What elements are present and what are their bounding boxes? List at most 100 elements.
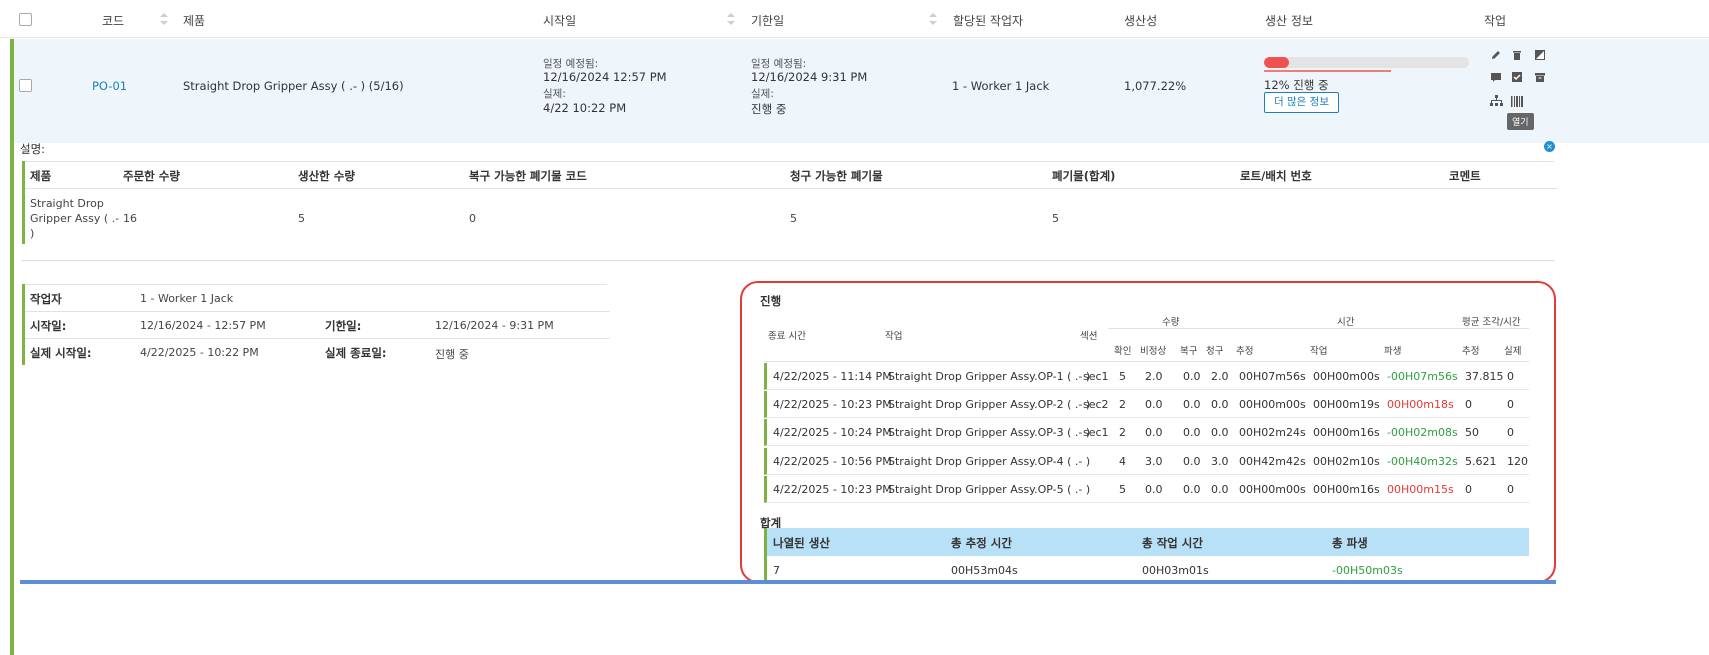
progress-cell-confirm: 5 — [1119, 370, 1126, 383]
column-production-info: 생산 정보 — [1265, 14, 1313, 28]
due-planned-label: 일정 예정됨: — [751, 58, 807, 70]
progress-cell-end-time: 4/22/2025 - 10:24 PM — [773, 426, 892, 440]
divider — [25, 338, 610, 339]
total-deviation: -00H50m03s — [1332, 564, 1403, 577]
progress-cell-deviation: 00H00m15s — [1387, 482, 1454, 496]
progress-cell-confirm: 5 — [1119, 482, 1126, 496]
col-recovery: 복구 — [1180, 346, 1198, 357]
progress-cell-confirm: 2 — [1119, 426, 1126, 440]
col-claim: 청구 — [1206, 346, 1224, 357]
progress-cell-avg-est: 50 — [1465, 426, 1479, 440]
progress-cell-operation: Straight Drop Gripper Assy.OP-4 ( .- ) — [888, 454, 1091, 468]
progress-cell-abnormal: 3.0 — [1145, 454, 1163, 468]
progress-cell-end-time: 4/22/2025 - 10:23 PM — [773, 482, 892, 496]
progress-cell-end-time: 4/22/2025 - 10:23 PM — [773, 398, 892, 412]
col-end-time: 종료 시간 — [768, 331, 806, 342]
progress-cell-work: 00H00m16s — [1313, 482, 1380, 496]
start-actual: 4/22 10:22 PM — [543, 101, 627, 115]
total-work-time: 00H03m01s — [1142, 564, 1209, 577]
progress-cell-avg-act: 0 — [1507, 426, 1514, 440]
worker-info-table: 작업자 1 - Worker 1 Jack 시작일: 12/16/2024 - … — [22, 284, 610, 365]
column-product[interactable]: 제품 — [183, 12, 205, 29]
progress-cell-estimate: 00H02m24s — [1239, 426, 1306, 440]
progress-cell-avg-act: 0 — [1507, 398, 1514, 412]
col-section: 섹션 — [1080, 331, 1098, 342]
progress-cell-deviation: -00H02m08s — [1387, 426, 1458, 440]
progress-cell-avg-est: 0 — [1465, 398, 1472, 412]
progress-cell-work: 00H02m10s — [1313, 454, 1380, 468]
column-start-date[interactable]: 시작일 — [543, 12, 576, 29]
trash-icon[interactable] — [1509, 47, 1525, 63]
open-tooltip: 열기 — [1507, 113, 1534, 130]
select-all-checkbox[interactable] — [19, 13, 32, 26]
sort-start-icon[interactable] — [727, 13, 735, 25]
column-productivity[interactable]: 생산성 — [1124, 12, 1157, 29]
total-header-listed: 나열된 생산 — [773, 536, 830, 550]
progress-cell-operation: Straight Drop Gripper Assy.OP-3 ( .- ) — [888, 426, 1091, 440]
progress-row: 4/22/2025 - 10:23 PM Straight Drop Grippe… — [764, 475, 1529, 503]
actual-end-value: 진행 중 — [435, 348, 469, 361]
progress-cell-estimate: 00H07m56s — [1239, 370, 1306, 383]
total-listed: 7 — [773, 564, 780, 577]
progress-cell-end-time: 4/22/2025 - 10:56 PM — [773, 454, 892, 468]
start-actual-label: 실제: — [543, 88, 566, 100]
desc-produced: 5 — [298, 212, 305, 225]
col-operation: 작업 — [885, 331, 903, 342]
progress-cell-avg-act: 0 — [1507, 482, 1514, 496]
hierarchy-icon[interactable] — [1488, 93, 1504, 109]
sort-code-icon[interactable] — [160, 13, 168, 25]
sort-due-icon[interactable] — [929, 13, 937, 25]
order-code-link[interactable]: PO-01 — [92, 79, 127, 93]
desc-header-produced: 생산한 수량 — [298, 169, 355, 183]
check-icon[interactable] — [1509, 69, 1525, 85]
desc-total-waste: 5 — [1052, 212, 1059, 225]
row-checkbox[interactable] — [19, 79, 32, 92]
progress-cell-deviation: -00H07m56s — [1387, 370, 1458, 383]
chart-icon[interactable] — [1532, 47, 1548, 63]
due-value: 12/16/2024 - 9:31 PM — [435, 319, 554, 332]
col-work: 작업 — [1310, 346, 1328, 357]
pencil-icon[interactable] — [1488, 47, 1504, 63]
progress-cell-section: sec1 — [1083, 370, 1109, 383]
comment-icon[interactable] — [1488, 69, 1504, 85]
progress-bar-fill — [1264, 57, 1289, 68]
total-header-work-time: 총 작업 시간 — [1142, 536, 1203, 550]
desc-product-line2: Gripper Assy ( .- — [30, 212, 120, 225]
barcode-icon[interactable] — [1509, 93, 1525, 109]
col-confirm: 확인 — [1114, 346, 1132, 357]
progress-row: 4/22/2025 - 10:24 PM Straight Drop Grippe… — [764, 419, 1529, 447]
start-label: 시작일: — [30, 319, 67, 333]
progress-row: 4/22/2025 - 11:14 PM Straight Drop Grippe… — [764, 363, 1529, 390]
start-planned: 12/16/2024 12:57 PM — [543, 70, 667, 84]
archive-icon[interactable] — [1532, 69, 1548, 85]
divider — [25, 188, 1557, 189]
progress-row: 4/22/2025 - 10:23 PM Straight Drop Grippe… — [764, 391, 1529, 419]
column-code[interactable]: 코드 — [102, 12, 124, 29]
col-avg-actual: 실제 — [1504, 346, 1522, 357]
row-worker: 1 - Worker 1 Jack — [952, 79, 1050, 93]
progress-cell-avg-est: 0 — [1465, 482, 1472, 496]
close-icon[interactable]: × — [1544, 141, 1555, 152]
progress-cell-avg-act: 120 — [1507, 454, 1528, 468]
bottom-divider — [20, 580, 1556, 584]
progress-row: 4/22/2025 - 10:56 PM Straight Drop Grippe… — [764, 447, 1529, 475]
col-deviation: 파생 — [1384, 346, 1402, 357]
progress-cell-abnormal: 0.0 — [1145, 482, 1163, 496]
progress-cell-operation: Straight Drop Gripper Assy.OP-1 ( .- ) — [888, 370, 1091, 383]
due-actual-label: 실제: — [751, 88, 774, 100]
progress-cell-claim: 2.0 — [1211, 370, 1229, 383]
desc-header-comment: 코멘트 — [1449, 169, 1481, 183]
more-info-button[interactable]: 더 많은 정보 — [1264, 92, 1339, 113]
progress-cell-recovery: 0.0 — [1183, 370, 1201, 383]
progress-cell-operation: Straight Drop Gripper Assy.OP-5 ( .- ) — [888, 482, 1091, 496]
desc-product-line1: Straight Drop — [30, 197, 104, 210]
due-planned: 12/16/2024 9:31 PM — [751, 70, 868, 84]
total-header-deviation: 총 파생 — [1332, 536, 1368, 550]
progress-cell-confirm: 2 — [1119, 398, 1126, 412]
expanded-accent-bar — [10, 143, 14, 655]
progress-cell-abnormal: 0.0 — [1145, 398, 1163, 412]
column-assigned-worker[interactable]: 할당된 작업자 — [953, 12, 1023, 29]
column-due-date[interactable]: 기한일 — [751, 12, 784, 29]
divider — [1108, 328, 1529, 329]
progress-cell-recovery: 0.0 — [1183, 454, 1201, 468]
